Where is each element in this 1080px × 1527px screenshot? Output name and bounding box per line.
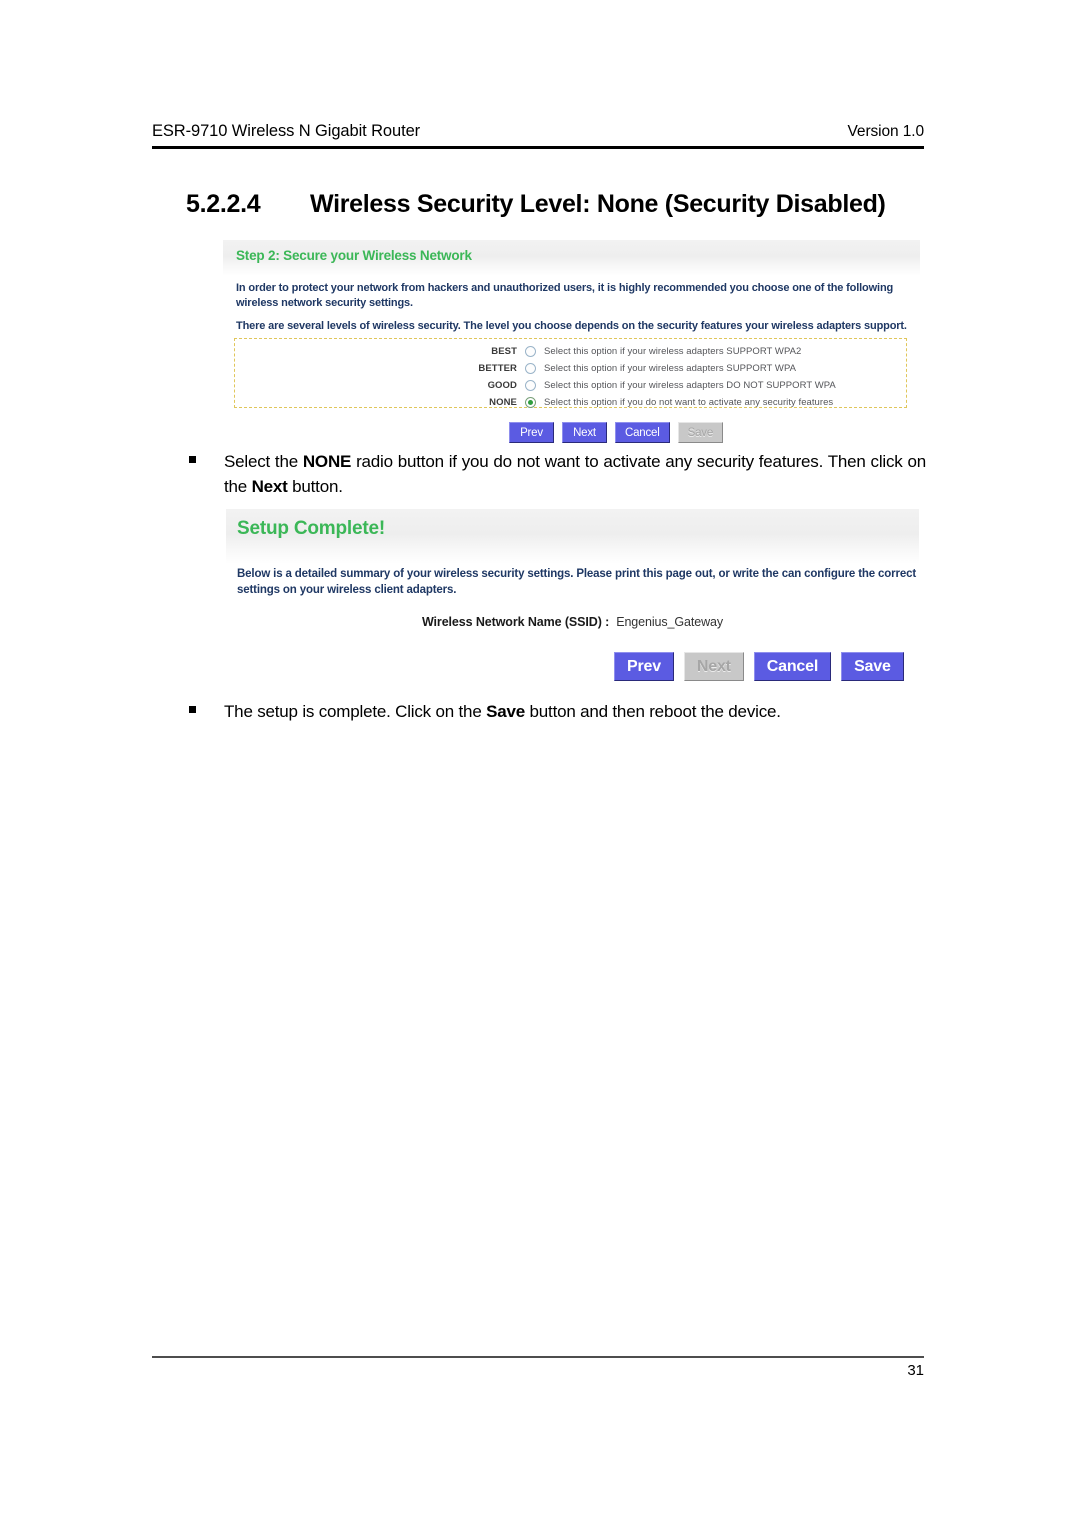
header-divider <box>152 146 924 149</box>
ssid-label: Wireless Network Name (SSID) : <box>421 615 610 629</box>
panel-step2-paragraph-1: In order to protect your network from ha… <box>236 282 894 309</box>
panel-step2-button-row: Prev Next Cancel Save <box>509 422 724 443</box>
prev-button[interactable]: Prev <box>614 652 674 681</box>
header-product-name: ESR-9710 Wireless N Gigabit Router <box>152 122 421 140</box>
option-description-none: Select this option if you do not want to… <box>544 396 834 408</box>
bullet-save-bold-1: Save <box>486 702 526 721</box>
ssid-value: Engenius_Gateway <box>616 615 724 629</box>
footer-divider <box>152 1356 924 1358</box>
bullet-setup-complete-text: The setup is complete. Click on the Save… <box>224 699 926 724</box>
page-number: 31 <box>907 1362 924 1379</box>
ssid-summary-row: Wireless Network Name (SSID) : Engenius_… <box>226 615 919 629</box>
document-page: ESR-9710 Wireless N Gigabit Router Versi… <box>0 0 1080 1527</box>
option-label-better: BETTER <box>478 362 517 374</box>
section-number: 5.2.2.4 <box>186 190 261 218</box>
option-label-good: GOOD <box>487 379 517 391</box>
panel-complete-button-row: Prev Next Cancel Save <box>614 652 904 681</box>
panel-complete-paragraph-1: Below is a detailed summary of your wire… <box>237 568 917 596</box>
prev-button[interactable]: Prev <box>509 422 554 443</box>
bullet-none-part-1: Select the <box>224 452 303 471</box>
bullet-setup-complete: The setup is complete. Click on the Save… <box>186 699 926 724</box>
header-version: Version 1.0 <box>847 123 925 140</box>
bullet-select-none-text: Select the NONE radio button if you do n… <box>224 449 926 499</box>
bullet-marker-icon <box>186 699 224 724</box>
document-header: ESR-9710 Wireless N Gigabit Router Versi… <box>152 122 924 141</box>
bullet-marker-icon <box>186 449 224 499</box>
option-label-none: NONE <box>489 396 517 408</box>
option-description-better: Select this option if your wireless adap… <box>544 362 797 374</box>
panel-step2-title: Step 2: Secure your Wireless Network <box>236 248 472 263</box>
screenshot-setup-complete-panel: Setup Complete! Below is a detailed summ… <box>226 509 919 697</box>
bullet-save-part-2: button and then reboot the device. <box>525 702 781 721</box>
panel-step2-paragraph-2: There are several levels of wireless sec… <box>236 320 907 332</box>
bullet-select-none: Select the NONE radio button if you do n… <box>186 449 926 499</box>
bullet-save-part-1: The setup is complete. Click on the <box>224 702 487 721</box>
security-level-options: BEST Select this option if your wireless… <box>234 338 907 408</box>
save-button[interactable]: Save <box>841 652 904 681</box>
option-row-best[interactable]: BEST Select this option if your wireless… <box>235 343 906 359</box>
section-title: Wireless Security Level: None (Security … <box>310 190 886 218</box>
option-label-best: BEST <box>491 345 517 357</box>
panel-complete-title: Setup Complete! <box>237 518 385 539</box>
option-row-none[interactable]: NONE Select this option if you do not wa… <box>235 394 906 410</box>
radio-none[interactable] <box>525 396 536 408</box>
option-row-good[interactable]: GOOD Select this option if your wireless… <box>235 377 906 393</box>
option-row-better[interactable]: BETTER Select this option if your wirele… <box>235 360 906 376</box>
bullet-none-part-3: button. <box>287 477 343 496</box>
bullet-none-bold-1: NONE <box>302 452 352 471</box>
radio-best[interactable] <box>525 345 536 357</box>
option-description-good: Select this option if your wireless adap… <box>544 379 836 391</box>
radio-better[interactable] <box>525 362 536 374</box>
screenshot-step2-panel: Step 2: Secure your Wireless Network In … <box>223 240 920 445</box>
cancel-button[interactable]: Cancel <box>753 652 832 681</box>
next-button[interactable]: Next <box>562 422 607 443</box>
save-button: Save <box>677 422 724 443</box>
bullet-none-bold-2: Next <box>251 477 288 496</box>
option-description-best: Select this option if your wireless adap… <box>544 345 802 357</box>
next-button: Next <box>683 652 744 681</box>
page-title: 5.2.2.4 Wireless Security Level: None (S… <box>186 190 926 219</box>
cancel-button[interactable]: Cancel <box>615 422 670 443</box>
radio-good[interactable] <box>525 379 536 391</box>
